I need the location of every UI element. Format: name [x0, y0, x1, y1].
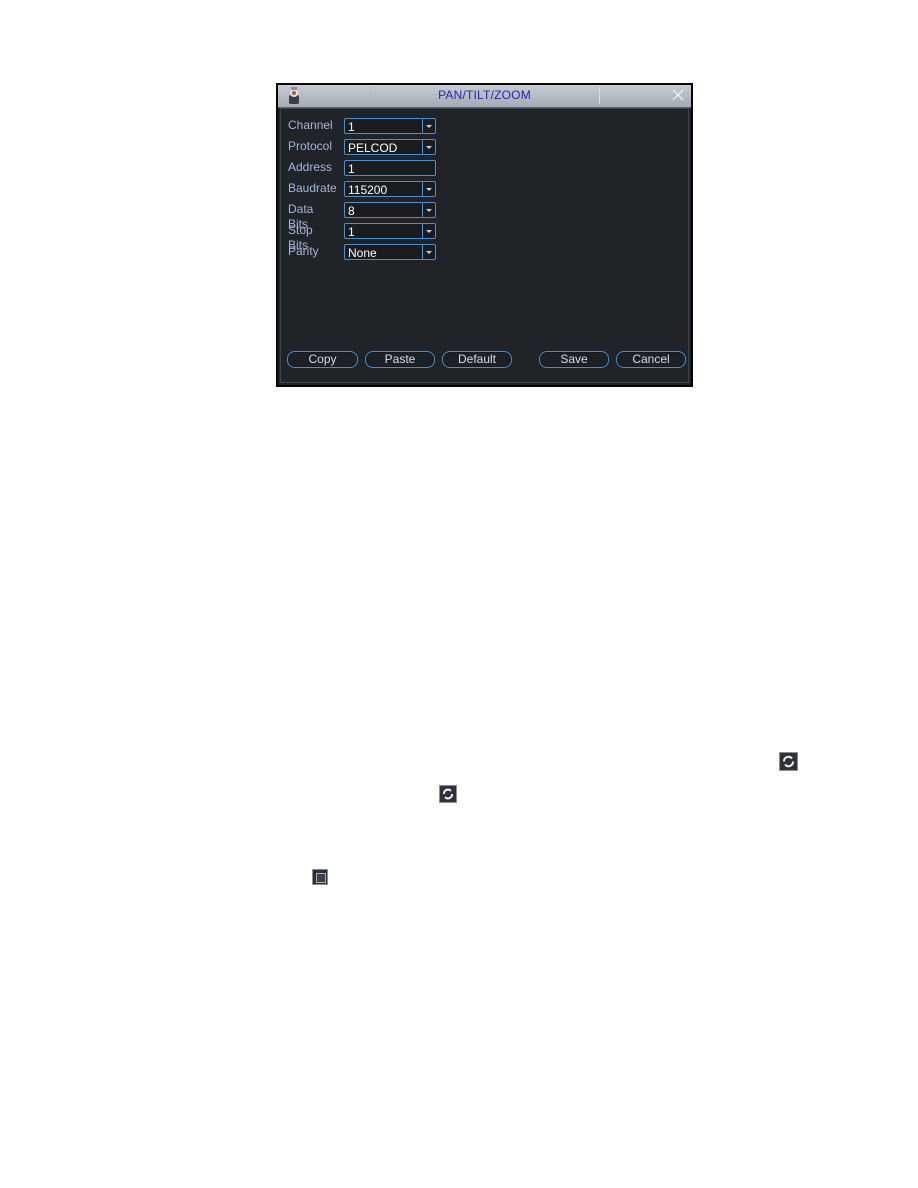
refresh-icon-glyph [443, 788, 453, 800]
dialog-content: Channel 1 Protocol PELCOD Address 1 Baud… [280, 108, 689, 383]
address-value: 1 [348, 162, 355, 176]
protocol-label: Protocol [288, 139, 333, 153]
baudrate-label: Baudrate [288, 181, 337, 195]
chevron-down-icon[interactable] [422, 140, 435, 154]
close-icon[interactable] [671, 88, 685, 102]
stop-square-icon [312, 869, 328, 885]
ptz-dialog: PAN/TILT/ZOOM Channel 1 Protocol PELCOD … [276, 83, 693, 387]
chevron-down-icon[interactable] [422, 182, 435, 196]
copy-button[interactable]: Copy [287, 351, 358, 368]
parity-label: Parity [288, 244, 319, 258]
address-input[interactable]: 1 [344, 160, 436, 176]
baudrate-select[interactable]: 115200 [344, 181, 436, 197]
default-button[interactable]: Default [442, 351, 512, 368]
stop-square-inner [316, 873, 326, 883]
stop-bits-select[interactable]: 1 [344, 223, 436, 239]
chevron-down-icon[interactable] [422, 203, 435, 217]
parity-select[interactable]: None [344, 244, 436, 260]
baudrate-value: 115200 [348, 183, 388, 197]
stop-bits-value: 1 [348, 225, 355, 239]
title-bar[interactable]: PAN/TILT/ZOOM [278, 85, 691, 108]
channel-select[interactable]: 1 [344, 118, 436, 134]
address-label: Address [288, 160, 333, 174]
refresh-icon [439, 785, 457, 803]
protocol-value: PELCOD [348, 141, 398, 155]
parity-value: None [348, 246, 377, 260]
data-bits-value: 8 [348, 204, 355, 218]
channel-value: 1 [348, 120, 355, 134]
save-button[interactable]: Save [539, 351, 609, 368]
dialog-title: PAN/TILT/ZOOM [438, 88, 531, 102]
data-bits-select[interactable]: 8 [344, 202, 436, 218]
refresh-icon [779, 752, 798, 771]
cancel-button[interactable]: Cancel [616, 351, 686, 368]
chevron-down-icon[interactable] [422, 245, 435, 259]
refresh-icon-glyph [783, 755, 794, 768]
paste-button[interactable]: Paste [365, 351, 435, 368]
chevron-down-icon[interactable] [422, 119, 435, 133]
chevron-down-icon[interactable] [422, 224, 435, 238]
channel-label: Channel [288, 118, 333, 132]
protocol-select[interactable]: PELCOD [344, 139, 436, 155]
